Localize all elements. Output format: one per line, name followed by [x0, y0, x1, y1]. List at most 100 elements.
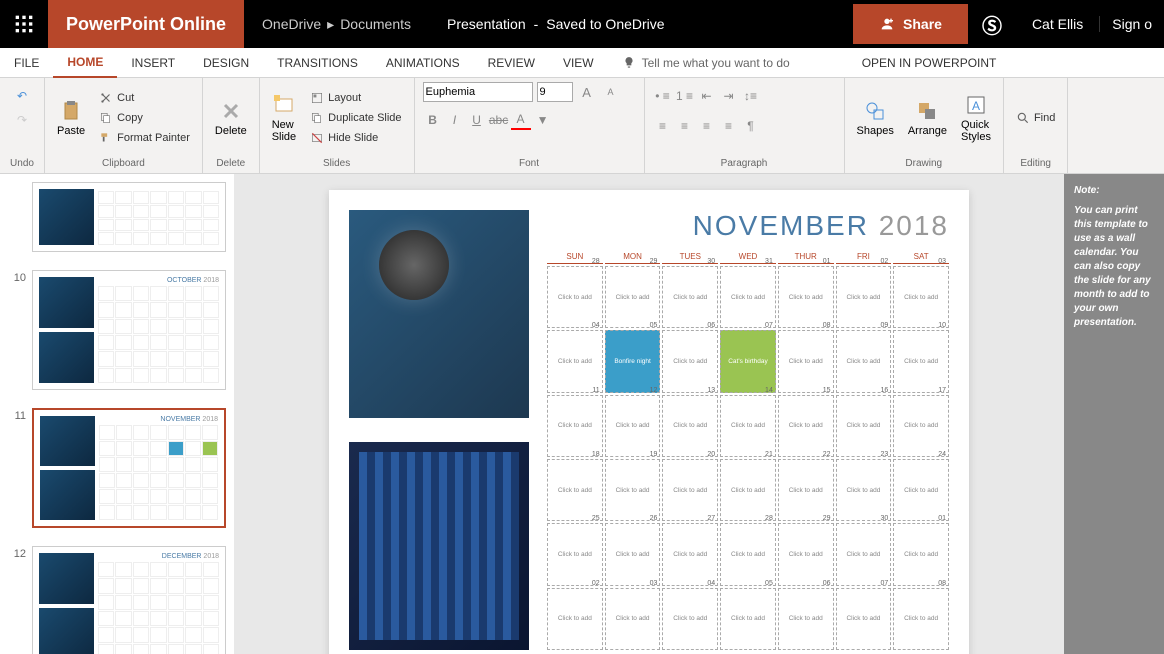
delete-button[interactable]: Delete: [211, 95, 251, 141]
slide-canvas[interactable]: NOVEMBER 2018 SUNMONTUESWEDTHURFRISAT 28…: [329, 190, 969, 654]
shapes-button[interactable]: Shapes: [853, 95, 898, 141]
text-direction-button[interactable]: ¶: [741, 116, 761, 136]
bold-button[interactable]: B: [423, 110, 443, 130]
breadcrumb-root[interactable]: OneDrive: [262, 16, 321, 32]
calendar-cell[interactable]: 02Click to add: [547, 588, 603, 650]
align-left-button[interactable]: ≡: [653, 116, 673, 136]
calendar-cell[interactable]: 07Cat's birthday: [720, 330, 776, 392]
share-button[interactable]: Share: [853, 4, 968, 44]
align-right-button[interactable]: ≡: [697, 116, 717, 136]
calendar-cell[interactable]: 06Click to add: [662, 330, 718, 392]
highlight-button[interactable]: ▼: [533, 110, 553, 130]
calendar-cell[interactable]: 02Click to add: [836, 266, 892, 328]
calendar-cell[interactable]: 10Click to add: [893, 330, 949, 392]
calendar-cell[interactable]: 28Click to add: [547, 266, 603, 328]
calendar-cell[interactable]: 19Click to add: [605, 459, 661, 521]
calendar-cell[interactable]: 21Click to add: [720, 459, 776, 521]
calendar-cell[interactable]: 20Click to add: [662, 459, 718, 521]
layout-button[interactable]: Layout: [306, 89, 405, 107]
find-button[interactable]: Find: [1012, 109, 1059, 127]
slide-image-top[interactable]: [349, 210, 529, 418]
tab-review[interactable]: REVIEW: [474, 48, 549, 78]
calendar-cell[interactable]: 01Click to add: [893, 523, 949, 585]
tab-view[interactable]: VIEW: [549, 48, 608, 78]
calendar-cell[interactable]: 04Click to add: [547, 330, 603, 392]
calendar-cell[interactable]: 12Click to add: [605, 395, 661, 457]
calendar-cell[interactable]: 30Click to add: [662, 266, 718, 328]
tell-me[interactable]: Tell me what you want to do: [608, 56, 804, 70]
calendar-cell[interactable]: 15Click to add: [778, 395, 834, 457]
tab-animations[interactable]: ANIMATIONS: [372, 48, 474, 78]
calendar-cell[interactable]: 25Click to add: [547, 523, 603, 585]
tab-transitions[interactable]: TRANSITIONS: [263, 48, 372, 78]
doc-name[interactable]: Presentation: [447, 16, 526, 32]
duplicate-slide-button[interactable]: Duplicate Slide: [306, 109, 405, 127]
cut-button[interactable]: Cut: [95, 89, 194, 107]
slide-thumbnail[interactable]: DECEMBER 2018: [32, 546, 226, 654]
quick-styles-button[interactable]: AQuick Styles: [957, 89, 995, 147]
calendar-cell[interactable]: 05Bonfire night: [605, 330, 661, 392]
calendar-cell[interactable]: 26Click to add: [605, 523, 661, 585]
calendar-cell[interactable]: 28Click to add: [720, 523, 776, 585]
font-size-select[interactable]: [537, 82, 573, 102]
grow-font-button[interactable]: A: [577, 82, 597, 102]
tab-insert[interactable]: INSERT: [117, 48, 189, 78]
increase-indent-button[interactable]: ⇥: [719, 86, 739, 106]
underline-button[interactable]: U: [467, 110, 487, 130]
calendar-cell[interactable]: 24Click to add: [893, 459, 949, 521]
calendar-cell[interactable]: 29Click to add: [778, 523, 834, 585]
calendar-cell[interactable]: 29Click to add: [605, 266, 661, 328]
calendar-cell[interactable]: 14Click to add: [720, 395, 776, 457]
sign-out[interactable]: Sign o: [1099, 16, 1164, 32]
calendar-title[interactable]: NOVEMBER 2018: [547, 210, 949, 242]
calendar-cell[interactable]: 06Click to add: [778, 588, 834, 650]
font-name-select[interactable]: [423, 82, 533, 102]
breadcrumb-folder[interactable]: Documents: [340, 16, 411, 32]
italic-button[interactable]: I: [445, 110, 465, 130]
calendar-cell[interactable]: 04Click to add: [662, 588, 718, 650]
numbering-button[interactable]: 1 ≡: [675, 86, 695, 106]
user-name[interactable]: Cat Ellis: [1016, 16, 1099, 32]
calendar-cell[interactable]: 05Click to add: [720, 588, 776, 650]
slide-image-bottom[interactable]: [349, 442, 529, 650]
app-launcher-icon[interactable]: [0, 0, 48, 48]
thumbnail-panel[interactable]: 10OCTOBER 201811NOVEMBER 201812DECEMBER …: [0, 174, 234, 654]
arrange-button[interactable]: Arrange: [904, 95, 951, 141]
open-in-powerpoint[interactable]: OPEN IN POWERPOINT: [844, 56, 1015, 70]
shrink-font-button[interactable]: A: [601, 82, 621, 102]
slide-thumbnail[interactable]: OCTOBER 2018: [32, 270, 226, 390]
calendar-cell[interactable]: 27Click to add: [662, 523, 718, 585]
calendar-cell[interactable]: 03Click to add: [893, 266, 949, 328]
line-spacing-button[interactable]: ↕≡: [741, 86, 761, 106]
calendar-cell[interactable]: 30Click to add: [836, 523, 892, 585]
tab-design[interactable]: DESIGN: [189, 48, 263, 78]
calendar-cell[interactable]: 11Click to add: [547, 395, 603, 457]
copy-button[interactable]: Copy: [95, 109, 194, 127]
justify-button[interactable]: ≡: [719, 116, 739, 136]
tab-home[interactable]: HOME: [53, 48, 117, 78]
calendar-cell[interactable]: 22Click to add: [778, 459, 834, 521]
calendar-cell[interactable]: 08Click to add: [893, 588, 949, 650]
calendar-cell[interactable]: 31Click to add: [720, 266, 776, 328]
calendar-cell[interactable]: 13Click to add: [662, 395, 718, 457]
new-slide-button[interactable]: New Slide: [268, 89, 300, 147]
slide-thumbnail[interactable]: [32, 182, 226, 252]
calendar-cell[interactable]: 18Click to add: [547, 459, 603, 521]
breadcrumb[interactable]: OneDrive ▸ Documents: [244, 16, 429, 33]
strikethrough-button[interactable]: abc: [489, 110, 509, 130]
format-painter-button[interactable]: Format Painter: [95, 129, 194, 147]
skype-icon[interactable]: Ⓢ: [968, 10, 1016, 39]
decrease-indent-button[interactable]: ⇤: [697, 86, 717, 106]
align-center-button[interactable]: ≡: [675, 116, 695, 136]
calendar-cell[interactable]: 03Click to add: [605, 588, 661, 650]
calendar-cell[interactable]: 09Click to add: [836, 330, 892, 392]
calendar-cell[interactable]: 07Click to add: [836, 588, 892, 650]
paste-button[interactable]: Paste: [53, 95, 89, 141]
undo-button[interactable]: ↶: [12, 86, 32, 106]
bullets-button[interactable]: • ≡: [653, 86, 673, 106]
redo-button[interactable]: ↷: [12, 110, 32, 130]
slide-thumbnail[interactable]: NOVEMBER 2018: [32, 408, 226, 528]
calendar-cell[interactable]: 23Click to add: [836, 459, 892, 521]
hide-slide-button[interactable]: Hide Slide: [306, 129, 405, 147]
notes-panel[interactable]: Note: You can print this template to use…: [1064, 174, 1164, 654]
